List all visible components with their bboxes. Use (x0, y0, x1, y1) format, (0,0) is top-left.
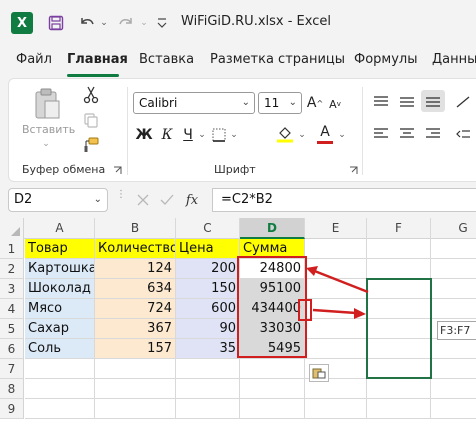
excel-window: X ⌄ ⌄ WiFiGiD.RU.xlsx - Excel Файл Главн… (0, 0, 476, 429)
selection-range-tooltip: F3:F7 (437, 321, 476, 340)
paste-options-icon[interactable] (309, 364, 329, 382)
arrow-to-source (311, 268, 369, 294)
arrow-to-target (312, 308, 357, 315)
annotation-arrows (306, 266, 369, 319)
arrowhead-right (354, 308, 366, 319)
